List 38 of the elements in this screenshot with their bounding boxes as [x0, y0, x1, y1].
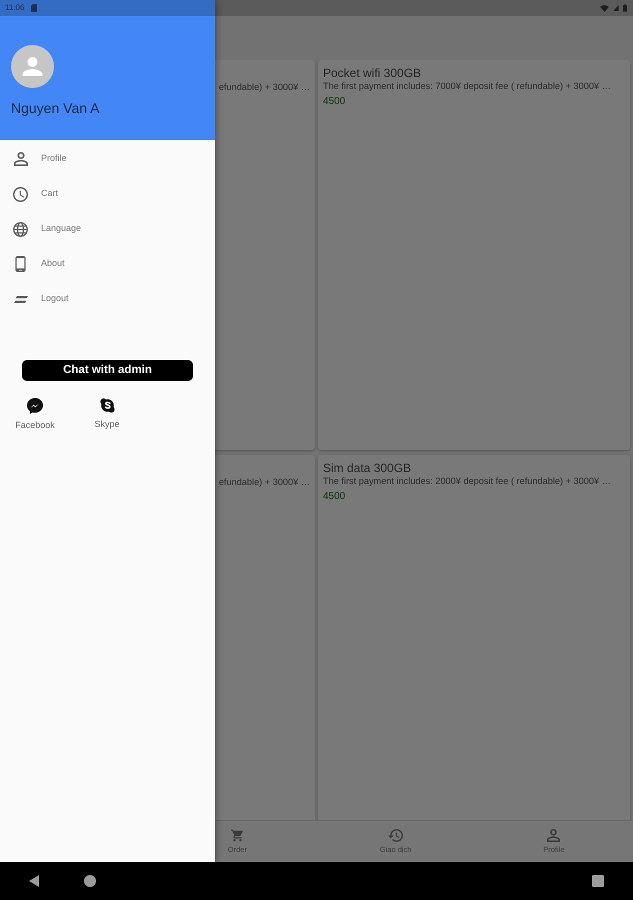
globe-icon: [13, 222, 28, 236]
product-description: The first payment includes: 2000¥ deposit fee ( refundable) + 3000¥ …: [323, 476, 611, 487]
menu-item[interactable]: Language: [0, 212, 215, 246]
smartphone-icon: [15, 256, 26, 272]
clock-icon: [13, 186, 28, 202]
messenger-icon: [27, 398, 43, 414]
battery-icon: [623, 4, 627, 12]
avatar-icon: [11, 45, 54, 88]
menu-item[interactable]: Profile: [0, 142, 215, 176]
history-icon: [388, 829, 404, 842]
product-description: The first payment includes: 7000¥ deposit fee ( refundable) + 3000¥ …: [323, 81, 611, 92]
person-icon: [14, 152, 28, 166]
signal-icon: [613, 5, 619, 11]
chat-button[interactable]: Chat with admin: [22, 360, 193, 380]
user-name: Nguyen Van A: [11, 100, 100, 116]
contact-link[interactable]: Facebook: [5, 398, 65, 430]
contact-link[interactable]: Skype: [77, 398, 137, 430]
person-icon: [547, 829, 560, 842]
slanted-bars-icon: [14, 296, 28, 302]
wifi-icon: [600, 4, 609, 12]
cart-icon: [230, 829, 244, 842]
product-card[interactable]: Pocket wifi 300GB The first payment includes: 7000¥ deposit fee ( refundable) + 3000¥ … 4500: [318, 60, 630, 450]
back-icon: [29, 875, 39, 887]
product-description: efundable) + 3000¥ …: [218, 477, 310, 488]
product-price: 4500: [323, 95, 346, 108]
home-icon: [84, 875, 96, 887]
sd-card-icon: [31, 4, 38, 12]
menu-item[interactable]: Cart: [0, 176, 215, 212]
product-description: efundable) + 3000¥ …: [218, 82, 310, 93]
skype-icon: [100, 398, 114, 412]
product-price: 4500: [323, 490, 346, 503]
square-icon: [592, 875, 604, 887]
product-title: Pocket wifi 300GB: [323, 66, 422, 80]
product-card[interactable]: Sim data 300GB The first payment includes: 2000¥ deposit fee ( refundable) + 3000¥ … 4500: [318, 455, 630, 820]
menu-item[interactable]: Logout: [0, 282, 215, 316]
product-title: Sim data 300GB: [323, 461, 412, 475]
status-time: 11:06: [5, 3, 24, 13]
menu-item[interactable]: About: [0, 246, 215, 282]
